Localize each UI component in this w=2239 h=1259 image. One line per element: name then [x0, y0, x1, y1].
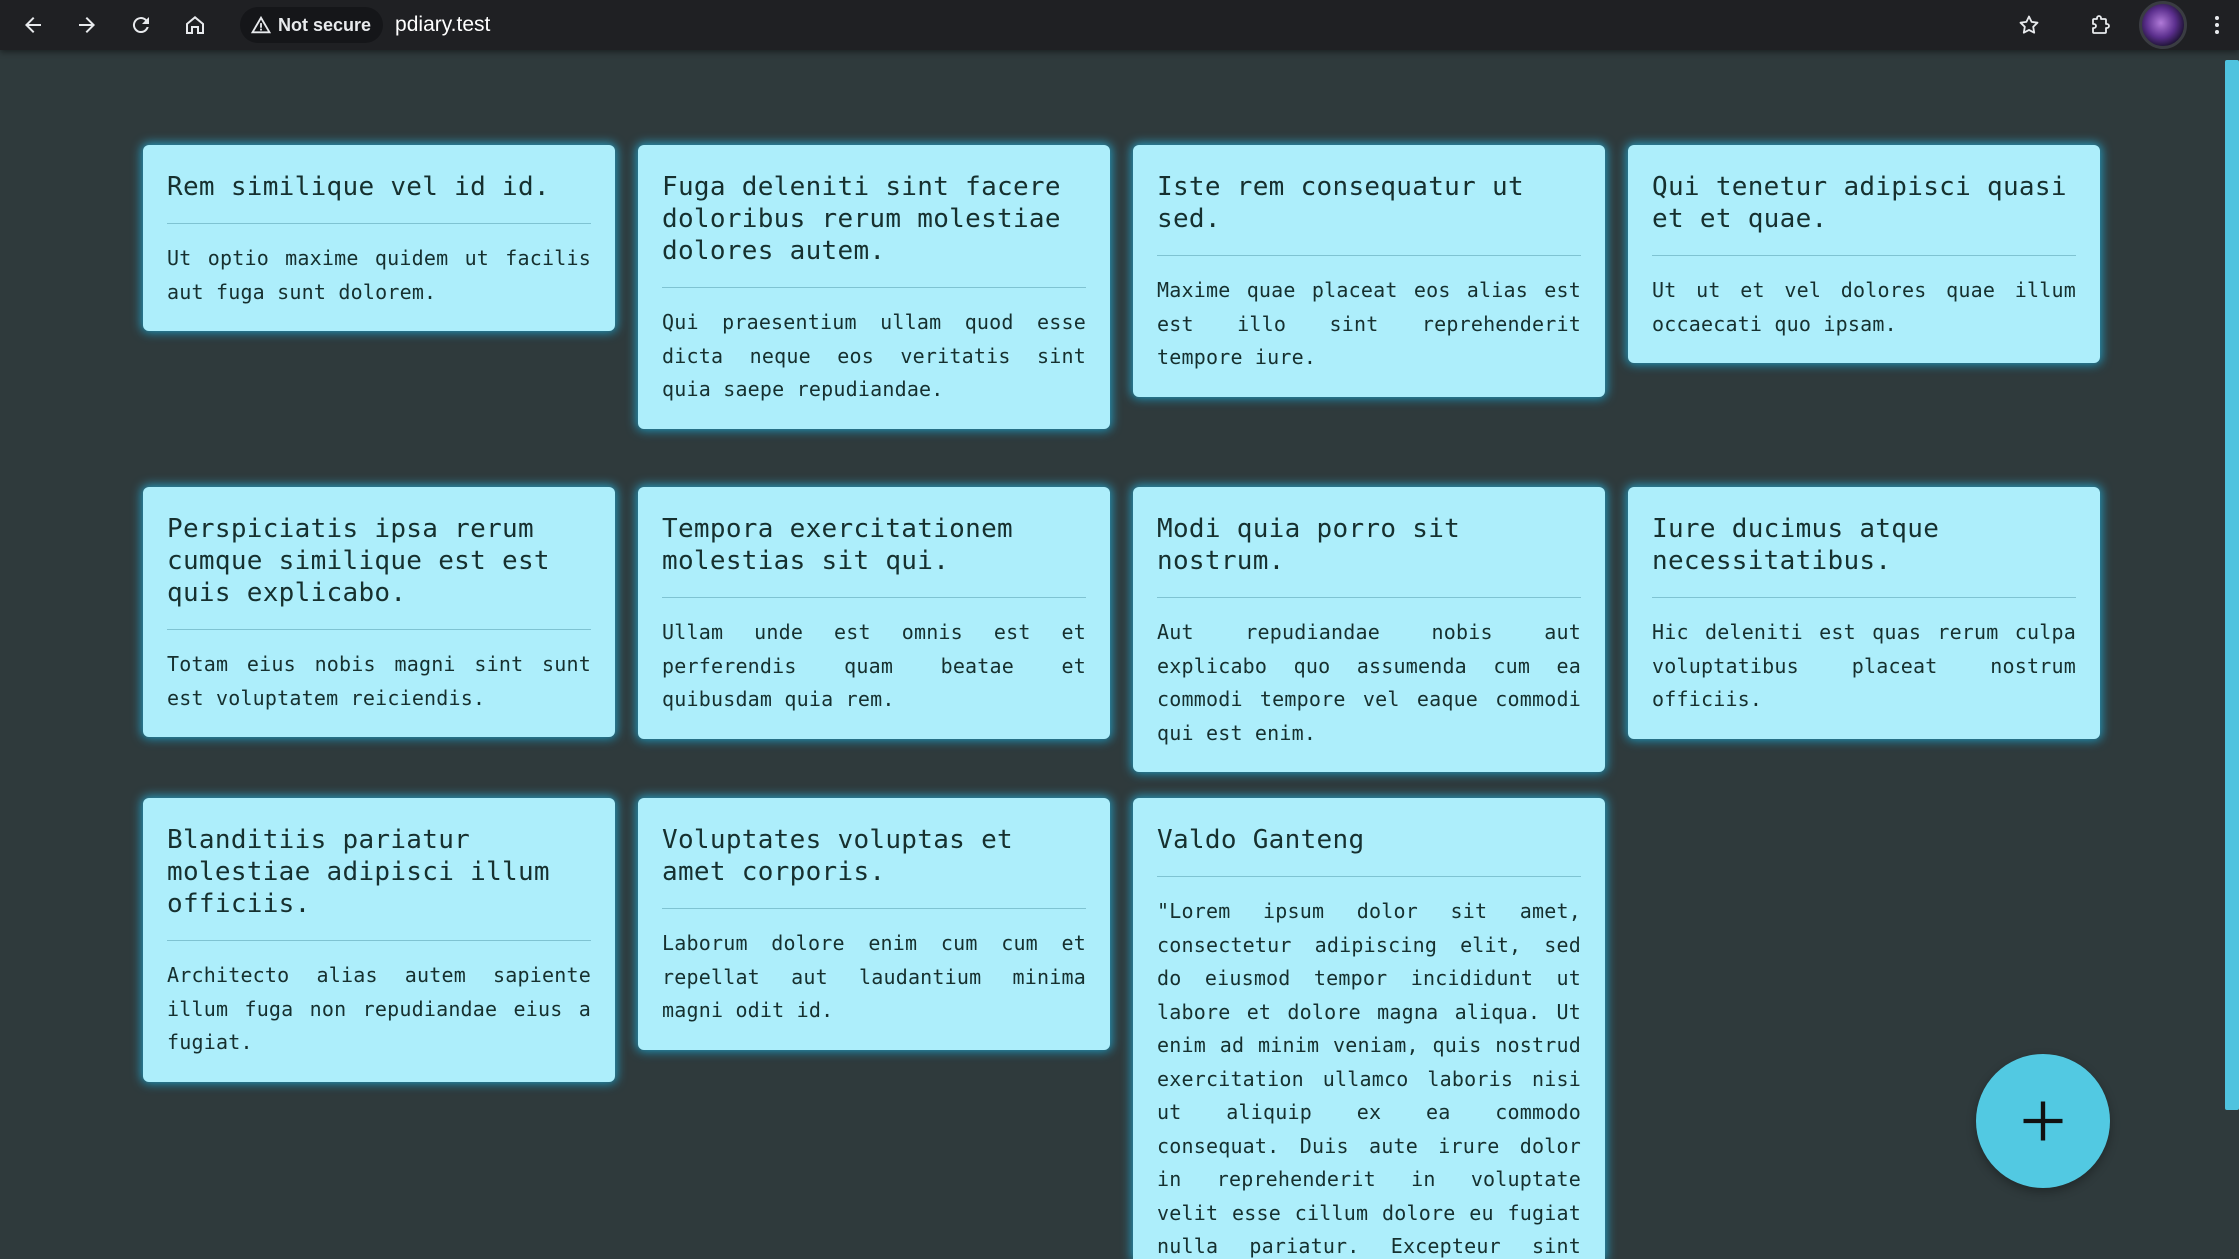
browser-menu-button[interactable]	[2195, 0, 2239, 50]
note-card[interactable]: Fuga deleniti sint facere doloribus reru…	[638, 145, 1110, 429]
note-body: Laborum dolore enim cum cum et repellat …	[662, 931, 1086, 1022]
security-label: Not secure	[278, 14, 372, 35]
arrow-left-icon	[25, 17, 41, 33]
forward-button[interactable]	[60, 0, 114, 50]
note-body: Maxime quae placeat eos alias est est il…	[1157, 278, 1581, 369]
note-body: Totam eius nobis magni sint sunt est vol…	[167, 652, 591, 710]
note-body: Qui praesentium ullam quod esse dicta ne…	[662, 310, 1086, 401]
note-card[interactable]: Modi quia porro sit nostrum. Aut repudia…	[1133, 487, 1605, 772]
star-icon	[2019, 15, 2039, 34]
page-scrollbar[interactable]	[2225, 60, 2239, 1110]
note-card[interactable]: Blanditiis pariatur molestiae adipisci i…	[143, 798, 615, 1082]
note-body: Architecto alias autem sapiente illum fu…	[167, 963, 591, 1054]
note-card[interactable]: Valdo Ganteng "Lorem ipsum dolor sit ame…	[1133, 798, 1605, 1259]
note-body: "Lorem ipsum dolor sit amet, consectetur…	[1157, 899, 1581, 1258]
note-card[interactable]: Iste rem consequatur ut sed. Maxime quae…	[1133, 145, 1605, 397]
note-body: Ut ut et vel dolores quae illum occaecat…	[1652, 278, 2076, 336]
extensions-button[interactable]	[2071, 0, 2131, 50]
home-button[interactable]	[168, 0, 222, 50]
note-title: Iure ducimus atque necessitatibus.	[1652, 513, 2076, 598]
warning-triangle-icon	[250, 15, 272, 34]
home-icon	[186, 16, 204, 34]
note-body: Aut repudiandae nobis aut explicabo quo …	[1157, 620, 1581, 745]
note-title: Voluptates voluptas et amet corporis.	[662, 824, 1086, 909]
note-title: Tempora exercitationem molestias sit qui…	[662, 513, 1086, 598]
reload-button[interactable]	[114, 0, 168, 50]
note-card[interactable]: Perspiciatis ipsa rerum cumque similique…	[143, 487, 615, 737]
note-card[interactable]: Tempora exercitationem molestias sit qui…	[638, 487, 1110, 739]
note-body: Ut optio maxime quidem ut facilis aut fu…	[167, 246, 591, 304]
note-title: Blanditiis pariatur molestiae adipisci i…	[167, 824, 591, 941]
note-card[interactable]: Iure ducimus atque necessitatibus. Hic d…	[1628, 487, 2100, 739]
security-indicator[interactable]: Not secure	[240, 7, 384, 43]
note-title: Modi quia porro sit nostrum.	[1157, 513, 1581, 598]
reload-icon	[132, 17, 149, 34]
profile-avatar[interactable]	[2139, 1, 2187, 49]
note-card[interactable]: Voluptates voluptas et amet corporis. La…	[638, 798, 1110, 1050]
add-note-button[interactable]	[1976, 1054, 2110, 1188]
bookmark-button[interactable]	[1999, 0, 2059, 50]
note-title: Qui tenetur adipisci quasi et et quae.	[1652, 171, 2076, 256]
note-card[interactable]: Rem similique vel id id. Ut optio maxime…	[143, 145, 615, 331]
note-title: Valdo Ganteng	[1157, 824, 1581, 877]
note-title: Iste rem consequatur ut sed.	[1157, 171, 1581, 256]
note-body: Ullam unde est omnis est et perferendis …	[662, 620, 1086, 711]
note-title: Fuga deleniti sint facere doloribus reru…	[662, 171, 1086, 288]
toolbar-actions	[1999, 0, 2239, 50]
note-title: Rem similique vel id id.	[167, 171, 591, 224]
back-button[interactable]	[6, 0, 60, 50]
note-card[interactable]: Qui tenetur adipisci quasi et et quae. U…	[1628, 145, 2100, 363]
plus-icon	[2023, 1101, 2063, 1141]
puzzle-icon	[2092, 15, 2110, 34]
browser-toolbar: Not secure pdiary.test	[0, 0, 2239, 50]
note-title: Perspiciatis ipsa rerum cumque similique…	[167, 513, 591, 630]
note-body: Hic deleniti est quas rerum culpa volupt…	[1652, 620, 2076, 711]
address-bar-url[interactable]: pdiary.test	[395, 13, 490, 37]
arrow-right-icon	[79, 17, 95, 33]
kebab-menu-icon	[2215, 16, 2219, 34]
